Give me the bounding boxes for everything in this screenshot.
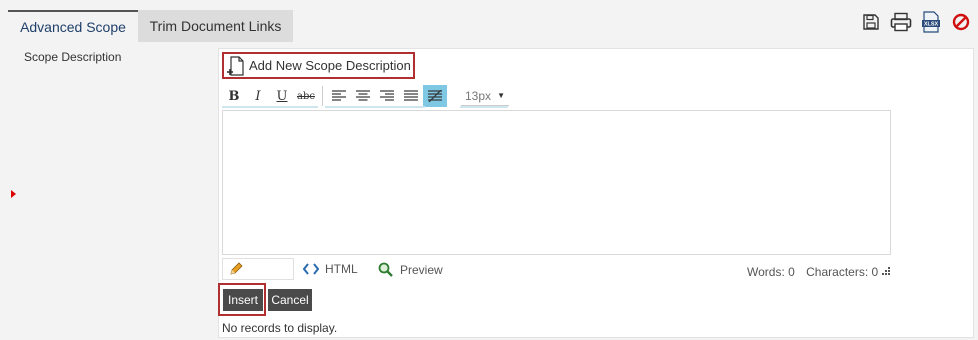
new-document-icon (227, 55, 244, 76)
underline-button[interactable]: U (270, 85, 294, 107)
add-new-scope-description-button[interactable]: Add New Scope Description (222, 52, 415, 79)
editor-toolbar: B I U abc 13px ▼ (222, 84, 509, 108)
xlsx-export-icon[interactable]: XLSX (920, 11, 942, 33)
print-icon[interactable] (890, 11, 912, 33)
toolbar-group-underline (222, 106, 318, 108)
no-records-message: No records to display. (222, 321, 338, 335)
scope-description-label: Scope Description (24, 50, 122, 64)
add-button-label: Add New Scope Description (249, 58, 411, 73)
justify-button[interactable] (399, 85, 423, 107)
tab-advanced-scope[interactable]: Advanced Scope (8, 10, 138, 42)
row-indicator-icon (11, 190, 16, 198)
character-count: Characters: 0 (806, 265, 879, 279)
resize-handle-icon[interactable] (880, 266, 890, 280)
align-right-icon (380, 90, 394, 101)
magnifier-icon (378, 262, 393, 277)
bold-button[interactable]: B (222, 85, 246, 107)
toolbar-group-underline (460, 106, 508, 108)
word-char-counter: Words: 0 Characters: 0 (747, 265, 886, 279)
font-size-select[interactable]: 13px ▼ (461, 86, 509, 106)
xlsx-label: XLSX (924, 22, 939, 28)
align-left-button[interactable] (327, 85, 351, 107)
italic-button[interactable]: I (246, 85, 270, 107)
cancel-icon[interactable] (950, 11, 972, 33)
pencil-icon (230, 262, 243, 275)
word-count: Words: 0 (747, 265, 795, 279)
remove-alignment-button[interactable] (423, 85, 447, 107)
align-center-button[interactable] (351, 85, 375, 107)
remove-alignment-icon (428, 90, 442, 102)
toolbar-group-underline (325, 106, 425, 108)
insert-button[interactable]: Insert (223, 289, 263, 311)
html-mode-tab[interactable]: HTML (303, 262, 358, 276)
toolbar-separator (322, 86, 323, 106)
align-center-icon (356, 90, 370, 101)
strikethrough-button[interactable]: abc (294, 85, 318, 107)
align-left-icon (332, 90, 346, 101)
preview-mode-label: Preview (400, 263, 443, 277)
code-icon (303, 263, 319, 275)
html-mode-label: HTML (325, 262, 358, 276)
tab-strip: Advanced Scope Trim Document Links (8, 10, 293, 42)
justify-icon (404, 90, 418, 101)
preview-mode-tab[interactable]: Preview (378, 262, 443, 278)
save-icon[interactable] (860, 11, 882, 33)
design-mode-tab[interactable] (222, 258, 294, 280)
font-size-value: 13px (465, 88, 492, 103)
top-toolbar: XLSX (860, 11, 972, 33)
cancel-button[interactable]: Cancel (268, 289, 312, 311)
align-right-button[interactable] (375, 85, 399, 107)
editor-content-area[interactable] (222, 110, 891, 255)
chevron-down-icon: ▼ (497, 91, 505, 100)
tab-trim-document-links[interactable]: Trim Document Links (138, 10, 293, 42)
